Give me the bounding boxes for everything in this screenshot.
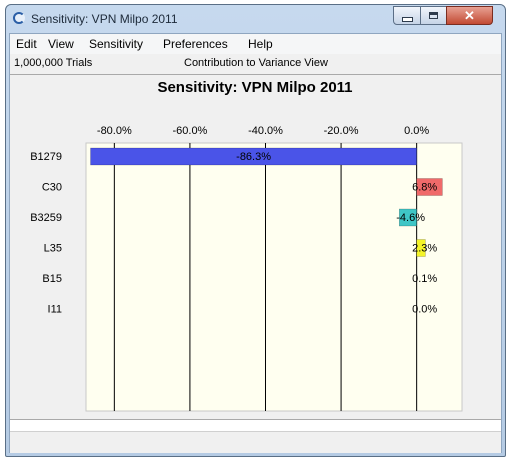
minimize-button[interactable]: [393, 6, 421, 25]
x-tick-label: -40.0%: [248, 125, 283, 137]
category-label: B15: [42, 273, 62, 285]
x-tick-label: -60.0%: [172, 125, 207, 137]
chart-title: Sensitivity: VPN Milpo 2011: [157, 79, 352, 96]
chart-view-label: Contribution to Variance View: [184, 57, 328, 69]
title-bar[interactable]: Sensitivity: VPN Milpo 2011 ✕: [6, 5, 505, 33]
x-tick-label: 0.0%: [404, 125, 429, 137]
value-label: 2.3%: [412, 243, 437, 255]
menu-edit[interactable]: Edit: [16, 37, 37, 51]
value-label: -86.3%: [236, 151, 271, 163]
window-title: Sensitivity: VPN Milpo 2011: [31, 12, 178, 26]
trials-count: 1,000,000 Trials: [14, 57, 93, 69]
info-bar: 1,000,000 Trials Contribution to Varianc…: [10, 54, 501, 75]
menu-sensitivity[interactable]: Sensitivity: [89, 37, 143, 51]
value-label: 6.8%: [412, 182, 437, 194]
menu-help[interactable]: Help: [248, 37, 273, 51]
value-label: 0.0%: [412, 304, 437, 316]
value-label: 0.1%: [412, 273, 437, 285]
close-button[interactable]: ✕: [446, 6, 493, 25]
category-label: I11: [48, 304, 62, 316]
maximize-button[interactable]: [420, 6, 447, 25]
sensitivity-window: Sensitivity: VPN Milpo 2011 ✕ Edit View …: [5, 4, 506, 457]
window-client-area: Edit View Sensitivity Preferences Help 1…: [9, 33, 502, 453]
maximize-icon: [429, 12, 438, 19]
category-label: C30: [42, 182, 62, 194]
status-bar: [10, 431, 501, 453]
menu-view[interactable]: View: [48, 37, 74, 51]
close-icon: ✕: [464, 8, 475, 23]
app-icon: [13, 12, 25, 24]
chart-panel: Sensitivity: VPN Milpo 2011 -80.0% -60.0%…: [10, 75, 501, 420]
plot-area: [85, 142, 463, 412]
category-label: B1279: [30, 151, 62, 163]
minimize-icon: [401, 16, 413, 22]
sensitivity-chart: Sensitivity: VPN Milpo 2011 -80.0% -60.0%…: [30, 79, 463, 412]
x-tick-label: -20.0%: [324, 125, 359, 137]
category-label: L35: [44, 243, 62, 255]
menu-preferences[interactable]: Preferences: [163, 37, 228, 51]
menu-bar: Edit View Sensitivity Preferences Help: [10, 34, 501, 55]
x-tick-label: -80.0%: [97, 125, 132, 137]
category-label: B3259: [30, 212, 62, 224]
value-label: -4.6%: [396, 212, 425, 224]
